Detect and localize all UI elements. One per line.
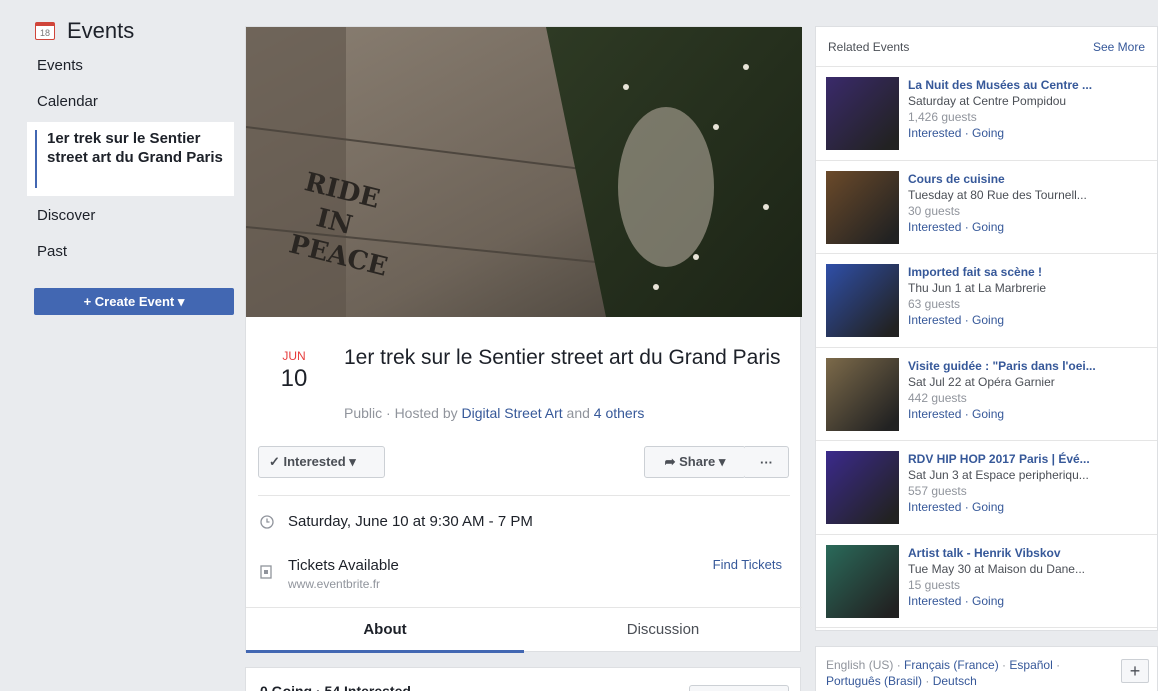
more-options-button[interactable]: ··· [745, 446, 789, 478]
nav-title: Events [67, 18, 135, 43]
related-event-actions[interactable]: Interested · Going [908, 312, 1046, 328]
related-event-thumbnail[interactable] [826, 264, 899, 337]
others-link[interactable]: 4 others [594, 405, 645, 421]
related-event-item[interactable]: Visite guidée : "Paris dans l'oei... Sat … [816, 348, 1157, 441]
find-tickets-link[interactable]: Find Tickets [713, 557, 782, 572]
cover-photo: RIDE IN PEACE [246, 27, 802, 317]
left-nav: 18 Events Events Calendar 1er trek sur l… [27, 14, 234, 315]
going-summary-card: 0 Going · 54 Interested [245, 667, 801, 691]
interested-button[interactable]: ✓ Interested ▾ [258, 446, 385, 478]
related-event-thumbnail[interactable] [826, 77, 899, 150]
related-event-guests: 15 guests [908, 577, 961, 592]
current-language: English (US) · [826, 658, 905, 672]
related-events-title: Related Events [828, 39, 910, 54]
clock-icon [260, 515, 274, 529]
related-event-title[interactable]: Cours de cuisine [908, 171, 1087, 187]
related-event-guests: 30 guests [908, 203, 961, 218]
related-event-title[interactable]: RDV HIP HOP 2017 Paris | Évé... [908, 451, 1090, 467]
add-language-button[interactable]: + [1121, 659, 1149, 683]
host-link[interactable]: Digital Street Art [462, 405, 563, 421]
ticket-icon [260, 565, 274, 579]
tab-discussion[interactable]: Discussion [524, 608, 802, 653]
related-event-actions[interactable]: Interested · Going [908, 406, 1096, 422]
related-event-title[interactable]: Artist talk - Henrik Vibskov [908, 545, 1085, 561]
related-event-details: Tuesday at 80 Rue des Tournell... [908, 187, 1087, 202]
nav-item-calendar[interactable]: Calendar [27, 84, 234, 120]
event-privacy: Public · Hosted by [344, 405, 462, 421]
nav-header: 18 Events [27, 14, 234, 48]
divider [258, 495, 790, 496]
related-events-header: Related Events See More [816, 27, 1157, 67]
related-event-details: Sat Jul 22 at Opéra Garnier [908, 374, 1055, 389]
language-selector: English (US) · Français (France) · Españ… [815, 646, 1158, 691]
related-event-guests: 1,426 guests [908, 110, 977, 124]
share-button[interactable]: ➦ Share ▾ [644, 446, 746, 478]
related-event-title[interactable]: La Nuit des Musées au Centre ... [908, 77, 1092, 93]
related-event-item[interactable]: La Nuit des Musées au Centre ... Saturday… [816, 67, 1157, 161]
related-event-item[interactable]: Imported fait sa scène ! Thu Jun 1 at La … [816, 254, 1157, 348]
event-datetime-row: Saturday, June 10 at 9:30 AM - 7 PM [260, 513, 533, 530]
related-event-actions[interactable]: Interested · Going [908, 593, 1085, 609]
event-title: 1er trek sur le Sentier street art du Gr… [344, 346, 781, 369]
see-more-link[interactable]: See More [1093, 40, 1145, 54]
language-link-fr[interactable]: Français (France) [904, 658, 999, 672]
event-month: JUN [282, 349, 306, 363]
related-event-item[interactable]: Cours de cuisine Tuesday at 80 Rue des To… [816, 161, 1157, 254]
event-card: RIDE IN PEACE JUN 10 1er trek sur le Sen… [245, 26, 802, 653]
related-event-actions[interactable]: Interested · Going [908, 125, 1092, 141]
host-and: and [562, 405, 594, 421]
tickets-site[interactable]: www.eventbrite.fr [288, 577, 399, 591]
related-event-details: Sat Jun 3 at Espace peripheriqu... [908, 468, 1089, 482]
related-event-guests: 557 guests [908, 484, 967, 498]
language-link-pt[interactable]: Português (Brasil) [826, 674, 922, 688]
related-event-details: Saturday at Centre Pompidou [908, 94, 1067, 108]
related-event-actions[interactable]: Interested · Going [908, 499, 1090, 515]
tickets-label: Tickets Available [288, 557, 399, 574]
nav-item-discover[interactable]: Discover [27, 198, 234, 234]
event-date: JUN 10 [272, 349, 316, 393]
nav-item-current-event[interactable]: 1er trek sur le Sentier street art du Gr… [27, 122, 234, 196]
event-day: 10 [280, 365, 308, 392]
event-datetime: Saturday, June 10 at 9:30 AM - 7 PM [288, 513, 533, 530]
related-events-list: La Nuit des Musées au Centre ... Saturday… [816, 67, 1157, 628]
invite-button[interactable] [689, 685, 789, 691]
related-event-thumbnail[interactable] [826, 357, 899, 431]
event-tabs: About Discussion [246, 607, 802, 653]
language-link-de[interactable]: Deutsch [933, 674, 977, 688]
related-event-item[interactable]: Artist talk - Henrik Vibskov Tue May 30 a… [816, 535, 1157, 628]
related-event-guests: 442 guests [908, 390, 967, 405]
related-event-details: Tue May 30 at Maison du Dane... [908, 561, 1085, 576]
event-host-line: Public · Hosted by Digital Street Art an… [344, 405, 644, 421]
related-event-item[interactable]: RDV HIP HOP 2017 Paris | Évé... Sat Jun 3… [816, 441, 1157, 535]
language-link-es[interactable]: Español [1009, 658, 1052, 672]
related-event-guests: 63 guests [908, 297, 961, 311]
related-event-thumbnail[interactable] [826, 451, 899, 524]
calendar-icon: 18 [35, 22, 55, 40]
related-events-panel: Related Events See More La Nuit des Musé… [815, 26, 1158, 631]
nav-item-past[interactable]: Past [27, 234, 234, 270]
related-event-thumbnail[interactable] [826, 170, 899, 244]
nav-item-events[interactable]: Events [27, 48, 234, 84]
related-event-title[interactable]: Imported fait sa scène ! [908, 264, 1046, 280]
related-event-thumbnail[interactable] [826, 544, 899, 618]
create-event-button[interactable]: + Create Event ▾ [34, 288, 234, 315]
tab-about[interactable]: About [246, 608, 524, 653]
tickets-row: Tickets Available www.eventbrite.fr [260, 557, 399, 591]
related-event-actions[interactable]: Interested · Going [908, 219, 1087, 235]
going-summary: 0 Going · 54 Interested [260, 683, 411, 691]
related-event-details: Thu Jun 1 at La Marbrerie [908, 281, 1047, 295]
related-event-title[interactable]: Visite guidée : "Paris dans l'oei... [908, 358, 1096, 374]
